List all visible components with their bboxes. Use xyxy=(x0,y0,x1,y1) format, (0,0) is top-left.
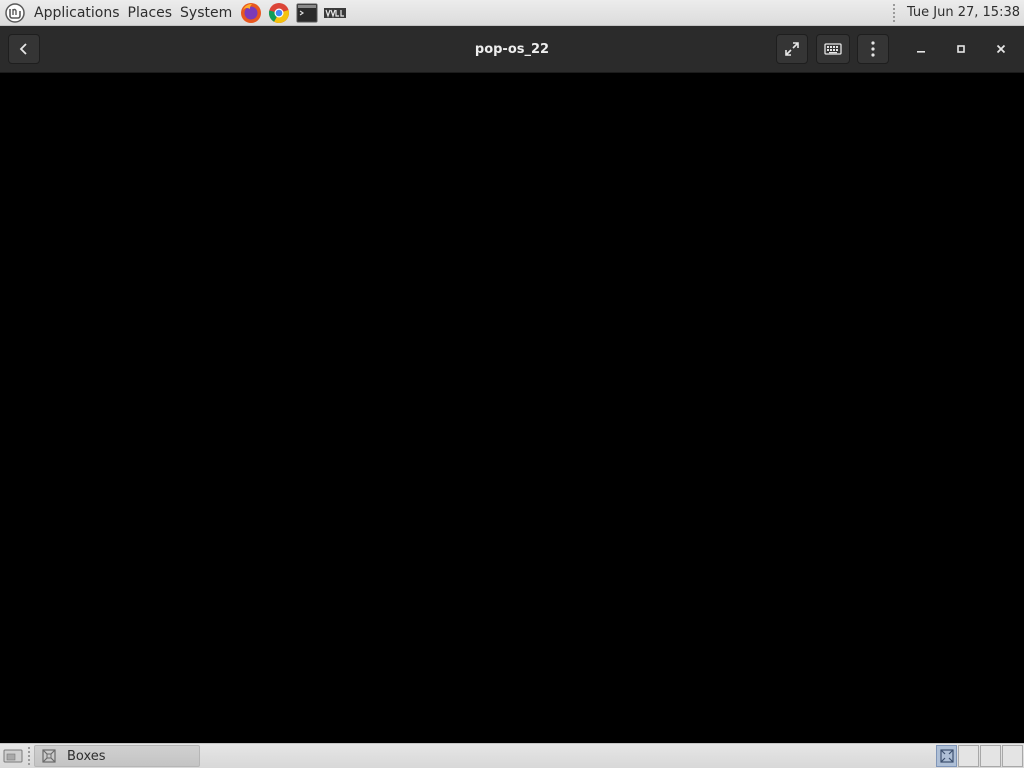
firefox-icon[interactable] xyxy=(238,1,264,25)
back-button[interactable] xyxy=(8,34,40,64)
menu-icon xyxy=(871,41,875,57)
workspace-4[interactable] xyxy=(1002,745,1023,767)
fullscreen-button[interactable] xyxy=(776,34,808,64)
bottom-panel: Boxes xyxy=(0,743,1024,768)
maximize-button[interactable] xyxy=(948,36,974,62)
options-menu-button[interactable] xyxy=(857,34,889,64)
workspace-3[interactable] xyxy=(980,745,1001,767)
taskbar-item-label: Boxes xyxy=(67,748,106,764)
system-menu[interactable]: System xyxy=(176,0,236,26)
boxes-icon xyxy=(939,749,954,763)
vm-display[interactable] xyxy=(0,73,1024,743)
show-desktop-icon[interactable] xyxy=(2,747,24,765)
boxes-headerbar: pop-os_22 xyxy=(0,26,1024,73)
tray-separator xyxy=(892,3,899,22)
top-panel: Applications Places System Tue Jun 27, 1… xyxy=(0,0,1024,26)
boxes-icon xyxy=(41,748,57,764)
workspace-2[interactable] xyxy=(958,745,979,767)
taskbar-item-boxes[interactable]: Boxes xyxy=(34,745,200,767)
minimize-icon xyxy=(917,51,925,53)
minimize-button[interactable] xyxy=(908,36,934,62)
chrome-icon[interactable] xyxy=(266,1,292,25)
linux-mint-logo-icon[interactable] xyxy=(4,2,26,24)
close-icon xyxy=(996,44,1006,54)
keyboard-icon xyxy=(824,43,842,55)
maximize-icon xyxy=(957,45,965,53)
fullscreen-icon xyxy=(785,42,799,56)
virt-manager-icon[interactable] xyxy=(322,1,348,25)
places-menu[interactable]: Places xyxy=(124,0,177,26)
send-keys-button[interactable] xyxy=(816,34,850,64)
taskbar-separator xyxy=(28,747,30,765)
close-button[interactable] xyxy=(988,36,1014,62)
workspace-1[interactable] xyxy=(936,745,957,767)
clock[interactable]: Tue Jun 27, 15:38 xyxy=(907,5,1020,20)
applications-menu[interactable]: Applications xyxy=(30,0,124,26)
back-icon xyxy=(19,43,27,55)
terminal-icon[interactable] xyxy=(294,1,320,25)
